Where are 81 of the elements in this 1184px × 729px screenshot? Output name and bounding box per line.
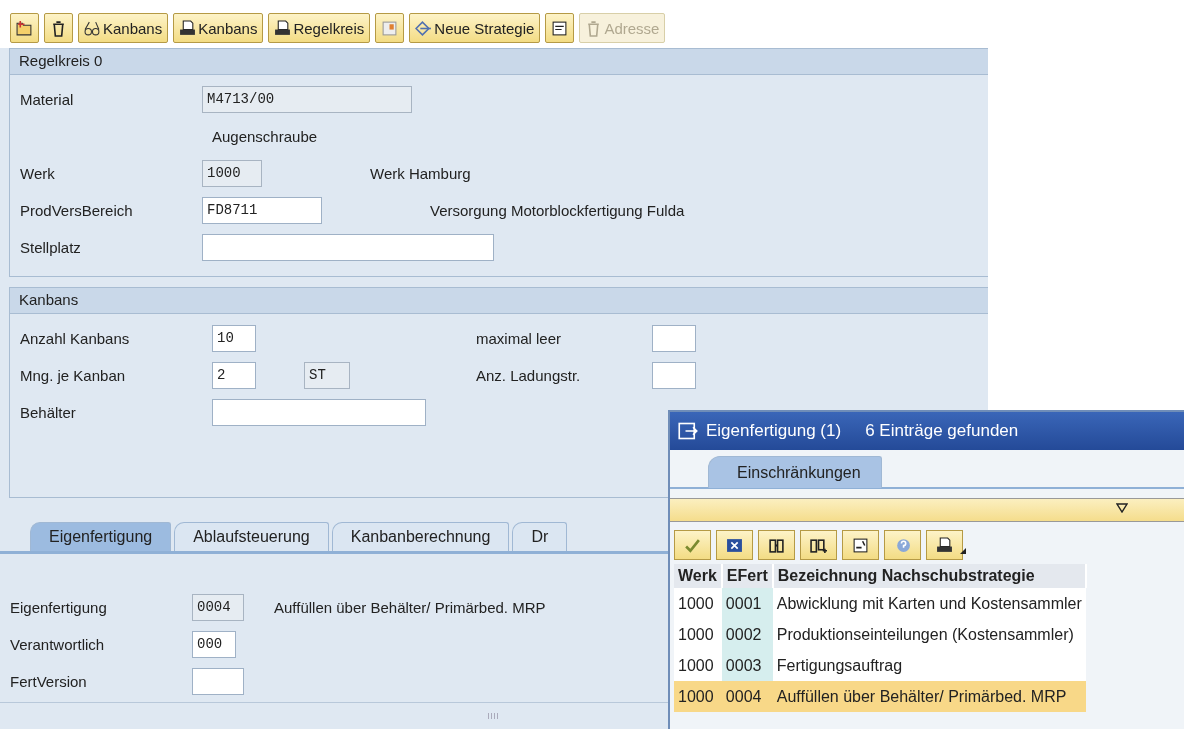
dropdown-caret-icon[interactable] (960, 548, 966, 554)
toolbar-icon-button[interactable] (926, 530, 963, 560)
toolbar-icon-button[interactable] (800, 530, 837, 560)
input-field[interactable] (202, 234, 494, 261)
input-field[interactable]: 000 (192, 630, 236, 658)
toolbar-icon-button[interactable] (10, 13, 39, 43)
help-icon (894, 536, 911, 554)
field-description: Werk Hamburg (370, 165, 471, 182)
tab[interactable]: Eigenfertigung (30, 522, 172, 551)
table-cell: 0003 (721, 650, 773, 681)
field-label: Behälter (19, 404, 77, 421)
table-cell: Auffüllen über Behälter/ Primärbed. MRP (772, 681, 1086, 712)
table-cell: 1000 (674, 588, 722, 619)
table-row[interactable]: 1000 0003 Fertigungsauftrag (674, 650, 1086, 681)
printer-icon (936, 536, 953, 554)
toolbar-icon-button[interactable] (716, 530, 753, 560)
field-description: Augenschraube (212, 128, 318, 145)
printer-icon (179, 19, 197, 37)
input-field[interactable] (652, 325, 696, 352)
tab[interactable]: Einschränkungen (708, 456, 882, 488)
table-cell: Abwicklung mit Karten und Kostensammler (772, 588, 1086, 619)
tab[interactable]: Kanbanberechnung (331, 522, 510, 551)
toolbar-button[interactable]: Kanbans (173, 13, 264, 43)
section-header: Regelkreis 0 (10, 49, 988, 75)
field-label: FertVersion (9, 672, 88, 690)
filter-icon[interactable] (1116, 503, 1128, 513)
field-label: Verantwortlich (9, 635, 106, 653)
table-row[interactable]: 1000 0004 Auffüllen über Behälter/ Primärbed. MRP (674, 681, 1086, 712)
toolbar-button[interactable]: Kanbans (78, 13, 169, 43)
field-label: Eigenfertigung (9, 598, 108, 616)
document-icon (551, 19, 569, 37)
display-field[interactable]: 0004 (192, 593, 244, 621)
table-row[interactable]: 1000 0001 Abwicklung mit Karten und Kostensammler (674, 588, 1086, 619)
column-header[interactable]: EFert (721, 564, 773, 588)
section-header: Kanbans (10, 288, 988, 314)
arrows-icon (415, 19, 433, 37)
input-field[interactable] (192, 667, 244, 695)
field-label: Anz. Ladungstr. (475, 367, 582, 384)
field-description: Versorgung Motorblockfertigung Fulda (430, 202, 685, 219)
column-header[interactable]: Bezeichnung Nachschubstrategie (772, 564, 1086, 588)
toolbar-button[interactable]: Regelkreis (268, 13, 371, 43)
input-field[interactable]: 2 (212, 362, 256, 389)
display-field[interactable]: 1000 (202, 160, 262, 187)
toolbar-button[interactable]: Neue Strategie (409, 13, 541, 43)
toolbar-icon-button[interactable] (545, 13, 575, 43)
printer-icon (274, 19, 292, 37)
tab[interactable]: Ablaufsteuerung (174, 522, 329, 551)
table-cell: 0002 (721, 619, 773, 650)
table-cell: 0001 (721, 588, 773, 619)
table-cell: 1000 (674, 619, 722, 650)
field-label: Stellplatz (19, 239, 82, 256)
field-description: Auffüllen über Behälter/ Primärbed. MRP (274, 598, 546, 616)
toolbar-icon-button[interactable] (758, 530, 795, 560)
field-label: maximal leer (475, 330, 563, 347)
field-label: Anzahl Kanbans (19, 330, 131, 347)
display-field[interactable]: M4713/00 (202, 86, 412, 113)
table-row[interactable]: 1000 0002 Produktionseinteilungen (Kostensammler) (674, 619, 1086, 650)
field-label: Werk (19, 165, 56, 182)
unit-field[interactable]: ST (304, 362, 350, 389)
trash-icon (50, 19, 67, 37)
column-header[interactable]: Werk (674, 564, 722, 588)
input-field[interactable]: 10 (212, 325, 256, 352)
input-field[interactable]: FD8711 (202, 197, 322, 224)
input-field[interactable] (652, 362, 696, 389)
field-label: Mng. je Kanban (19, 367, 127, 384)
dialog-title: Eigenfertigung (1) (706, 421, 842, 441)
table-cell: 1000 (674, 650, 722, 681)
folder-icon (16, 19, 33, 37)
toolbar-icon-button[interactable] (44, 13, 73, 43)
window-icon (678, 421, 698, 441)
tab[interactable]: Dr (512, 522, 568, 551)
result-count: 6 Einträge gefunden (865, 421, 1019, 441)
field-label: Material (19, 91, 75, 108)
close-icon (726, 536, 743, 554)
glasses-icon (84, 19, 101, 37)
field-label: ProdVersBereich (19, 202, 134, 219)
input-field[interactable] (212, 399, 426, 426)
table-cell: Produktionseinteilungen (Kostensammler) (772, 619, 1086, 650)
table-cell: 0004 (721, 681, 773, 712)
table-cell: 1000 (674, 681, 722, 712)
table-cell: Fertigungsauftrag (772, 650, 1086, 681)
